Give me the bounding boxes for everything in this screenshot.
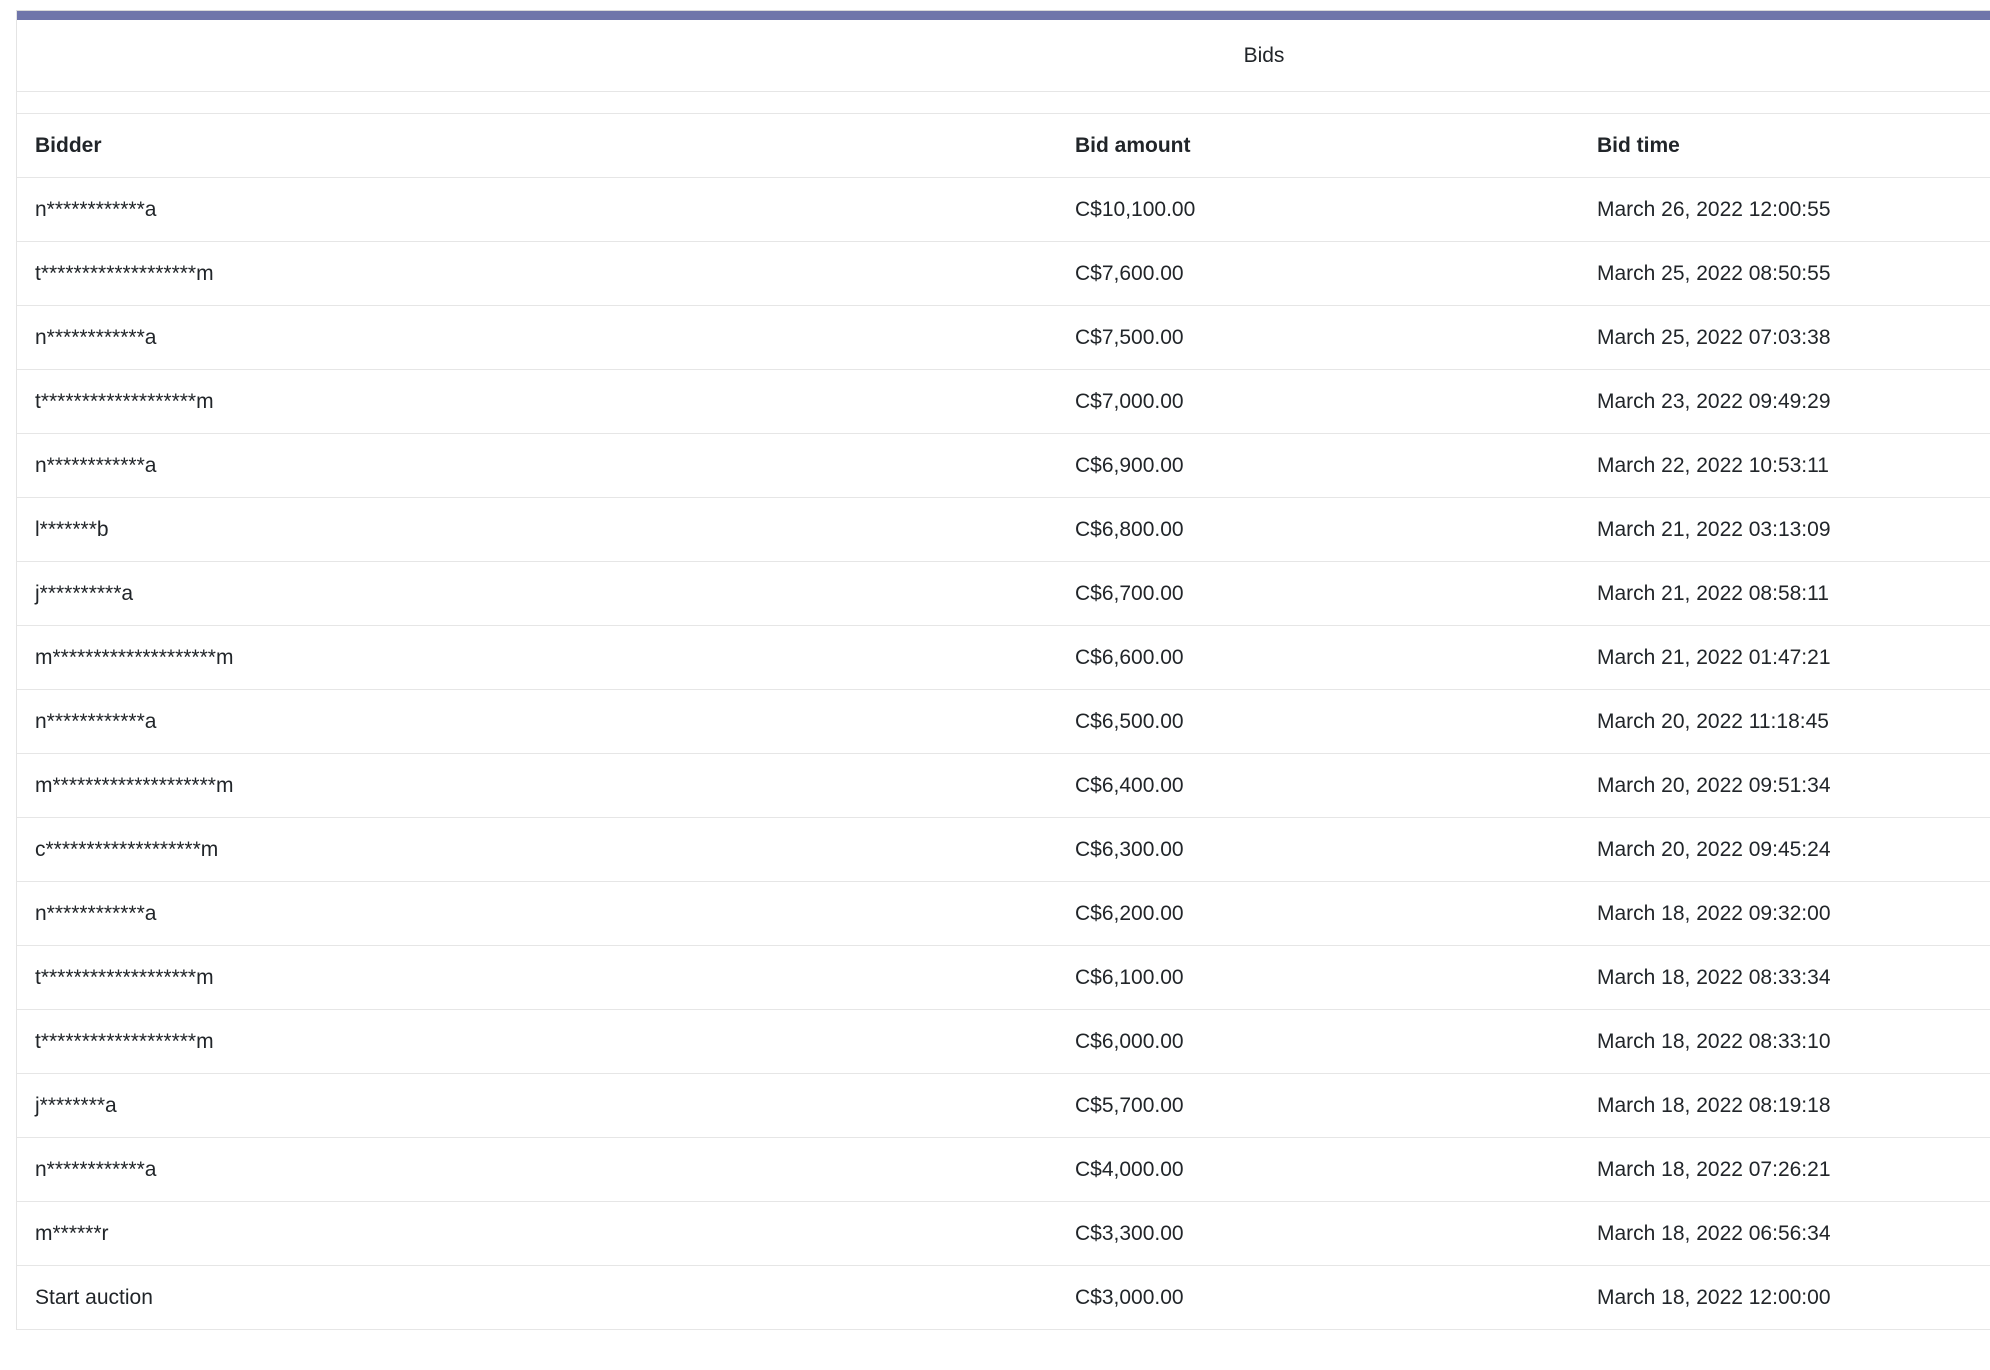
bidder-cell: n************a xyxy=(17,306,1057,370)
bid-row: m********************mC$6,600.00March 21… xyxy=(17,626,1990,690)
table-body: n************aC$10,100.00March 26, 2022 … xyxy=(17,178,1990,1330)
bid-amount-cell: C$10,100.00 xyxy=(1057,178,1579,242)
bid-time-cell: March 18, 2022 06:56:34 xyxy=(1579,1202,1990,1266)
column-header-bidder: Bidder xyxy=(17,114,1057,178)
bid-row: t*******************mC$7,600.00March 25,… xyxy=(17,242,1990,306)
bid-amount-cell: C$7,000.00 xyxy=(1057,370,1579,434)
bid-time-cell: March 25, 2022 08:50:55 xyxy=(1579,242,1990,306)
bid-row: n************aC$6,500.00March 20, 2022 1… xyxy=(17,690,1990,754)
column-header-bid-amount: Bid amount xyxy=(1057,114,1579,178)
bidder-cell: c*******************m xyxy=(17,818,1057,882)
bidder-cell: t*******************m xyxy=(17,370,1057,434)
bidder-cell: Start auction xyxy=(17,1266,1057,1330)
bidder-cell: t*******************m xyxy=(17,242,1057,306)
title-divider-gap xyxy=(17,92,1990,114)
bid-amount-cell: C$6,000.00 xyxy=(1057,1010,1579,1074)
bid-amount-cell: C$3,000.00 xyxy=(1057,1266,1579,1330)
bidder-cell: n************a xyxy=(17,882,1057,946)
table-header-row: Bidder Bid amount Bid time xyxy=(17,114,1990,178)
bid-time-cell: March 18, 2022 09:32:00 xyxy=(1579,882,1990,946)
page-title: Bids xyxy=(17,20,1990,92)
bid-time-cell: March 18, 2022 08:33:10 xyxy=(1579,1010,1990,1074)
bid-amount-cell: C$6,900.00 xyxy=(1057,434,1579,498)
bid-time-cell: March 21, 2022 03:13:09 xyxy=(1579,498,1990,562)
bid-amount-cell: C$7,600.00 xyxy=(1057,242,1579,306)
bid-amount-cell: C$6,200.00 xyxy=(1057,882,1579,946)
bid-time-cell: March 20, 2022 09:51:34 xyxy=(1579,754,1990,818)
bid-row: t*******************mC$6,000.00March 18,… xyxy=(17,1010,1990,1074)
bid-time-cell: March 22, 2022 10:53:11 xyxy=(1579,434,1990,498)
bidder-cell: n************a xyxy=(17,178,1057,242)
bid-row: n************aC$6,900.00March 22, 2022 1… xyxy=(17,434,1990,498)
bidder-cell: m******r xyxy=(17,1202,1057,1266)
bidder-cell: j**********a xyxy=(17,562,1057,626)
bid-row: j********aC$5,700.00March 18, 2022 08:19… xyxy=(17,1074,1990,1138)
bid-time-cell: March 18, 2022 12:00:00 xyxy=(1579,1266,1990,1330)
bid-row: m******rC$3,300.00March 18, 2022 06:56:3… xyxy=(17,1202,1990,1266)
bid-amount-cell: C$6,600.00 xyxy=(1057,626,1579,690)
bid-time-cell: March 18, 2022 08:19:18 xyxy=(1579,1074,1990,1138)
bid-time-cell: March 21, 2022 08:58:11 xyxy=(1579,562,1990,626)
bids-card: Bids Bidder Bid amount Bid time n*******… xyxy=(16,10,1990,1330)
bid-time-cell: March 25, 2022 07:03:38 xyxy=(1579,306,1990,370)
bidder-cell: n************a xyxy=(17,434,1057,498)
bid-amount-cell: C$3,300.00 xyxy=(1057,1202,1579,1266)
bid-amount-cell: C$6,300.00 xyxy=(1057,818,1579,882)
bid-amount-cell: C$6,800.00 xyxy=(1057,498,1579,562)
bid-row: m********************mC$6,400.00March 20… xyxy=(17,754,1990,818)
bid-row: n************aC$4,000.00March 18, 2022 0… xyxy=(17,1138,1990,1202)
bids-table: Bidder Bid amount Bid time n************… xyxy=(17,114,1990,1330)
bid-amount-cell: C$5,700.00 xyxy=(1057,1074,1579,1138)
card-accent-bar xyxy=(17,11,1990,20)
bid-row: n************aC$7,500.00March 25, 2022 0… xyxy=(17,306,1990,370)
bid-row: c*******************mC$6,300.00March 20,… xyxy=(17,818,1990,882)
bid-time-cell: March 18, 2022 08:33:34 xyxy=(1579,946,1990,1010)
bid-time-cell: March 18, 2022 07:26:21 xyxy=(1579,1138,1990,1202)
bid-amount-cell: C$4,000.00 xyxy=(1057,1138,1579,1202)
bidder-cell: m********************m xyxy=(17,626,1057,690)
bidder-cell: t*******************m xyxy=(17,1010,1057,1074)
bid-amount-cell: C$6,700.00 xyxy=(1057,562,1579,626)
bidder-cell: n************a xyxy=(17,690,1057,754)
bid-time-cell: March 21, 2022 01:47:21 xyxy=(1579,626,1990,690)
bid-amount-cell: C$7,500.00 xyxy=(1057,306,1579,370)
bid-row: j**********aC$6,700.00March 21, 2022 08:… xyxy=(17,562,1990,626)
column-header-bid-time: Bid time xyxy=(1579,114,1990,178)
bid-amount-cell: C$6,400.00 xyxy=(1057,754,1579,818)
bid-row: t*******************mC$7,000.00March 23,… xyxy=(17,370,1990,434)
bidder-cell: l*******b xyxy=(17,498,1057,562)
bid-time-cell: March 23, 2022 09:49:29 xyxy=(1579,370,1990,434)
bid-row: n************aC$6,200.00March 18, 2022 0… xyxy=(17,882,1990,946)
bidder-cell: j********a xyxy=(17,1074,1057,1138)
bid-time-cell: March 20, 2022 11:18:45 xyxy=(1579,690,1990,754)
bidder-cell: n************a xyxy=(17,1138,1057,1202)
bidder-cell: m********************m xyxy=(17,754,1057,818)
bid-time-cell: March 20, 2022 09:45:24 xyxy=(1579,818,1990,882)
bid-row: t*******************mC$6,100.00March 18,… xyxy=(17,946,1990,1010)
bid-row: Start auctionC$3,000.00March 18, 2022 12… xyxy=(17,1266,1990,1330)
bid-row: l*******bC$6,800.00March 21, 2022 03:13:… xyxy=(17,498,1990,562)
bid-row: n************aC$10,100.00March 26, 2022 … xyxy=(17,178,1990,242)
bidder-cell: t*******************m xyxy=(17,946,1057,1010)
bid-amount-cell: C$6,100.00 xyxy=(1057,946,1579,1010)
bid-time-cell: March 26, 2022 12:00:55 xyxy=(1579,178,1990,242)
bid-amount-cell: C$6,500.00 xyxy=(1057,690,1579,754)
